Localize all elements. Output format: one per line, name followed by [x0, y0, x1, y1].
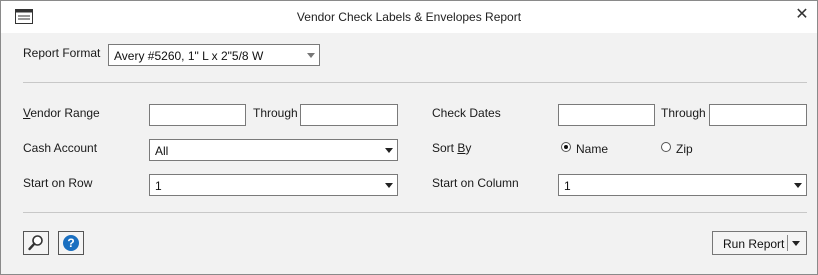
run-report-label: Run Report	[723, 237, 785, 251]
report-format-label: Report Format	[23, 46, 101, 60]
window-title: Vendor Check Labels & Envelopes Report	[296, 10, 522, 24]
start-on-row-label: Start on Row	[23, 176, 93, 190]
check-dates-through-label: Through	[661, 106, 706, 120]
report-format-select[interactable]: Avery #5260, 1" L x 2"5/8 W	[108, 44, 320, 66]
close-icon[interactable]: ✕	[791, 4, 813, 26]
check-dates-label: Check Dates	[432, 106, 501, 120]
chevron-down-icon	[385, 183, 393, 188]
chevron-down-icon	[794, 183, 802, 188]
chevron-down-icon	[385, 148, 393, 153]
sort-by-label: Sort By	[432, 141, 472, 155]
preview-button[interactable]	[23, 231, 49, 255]
start-on-row-select[interactable]: 1	[149, 174, 398, 196]
start-on-column-value: 1	[564, 179, 571, 193]
cash-account-value: All	[155, 144, 169, 158]
report-dialog: Vendor Check Labels & Envelopes Report ✕…	[0, 0, 818, 275]
sort-by-zip-label[interactable]: Zip	[676, 142, 693, 156]
start-on-column-label: Start on Column	[432, 176, 519, 190]
sort-by-zip-radio[interactable]	[661, 142, 671, 152]
check-dates-from-input[interactable]	[558, 104, 655, 126]
help-icon: ?	[63, 235, 79, 251]
run-report-button[interactable]: Run Report	[712, 231, 807, 255]
top-divider	[23, 82, 807, 83]
sort-by-name-label[interactable]: Name	[576, 142, 608, 156]
check-dates-through-input[interactable]	[709, 104, 807, 126]
start-on-column-select[interactable]: 1	[558, 174, 807, 196]
chevron-down-icon	[307, 53, 315, 58]
vendor-range-label: Vendor Range	[23, 106, 100, 120]
bottom-divider	[23, 212, 807, 213]
vendor-range-from-input[interactable]	[149, 104, 246, 126]
cash-account-label: Cash Account	[23, 141, 98, 155]
help-button[interactable]: ?	[58, 231, 84, 255]
title-bar: Vendor Check Labels & Envelopes Report ✕	[1, 1, 817, 33]
svg-text:?: ?	[67, 236, 74, 250]
start-on-row-value: 1	[155, 179, 162, 193]
chevron-down-icon[interactable]	[792, 241, 800, 246]
run-report-separator	[787, 235, 788, 251]
magnifier-icon	[28, 235, 43, 251]
sort-by-name-radio[interactable]	[561, 142, 571, 152]
cash-account-select[interactable]: All	[149, 139, 398, 161]
report-format-value: Avery #5260, 1" L x 2"5/8 W	[114, 49, 264, 63]
vendor-through-label: Through	[253, 106, 298, 120]
vendor-range-through-input[interactable]	[300, 104, 398, 126]
